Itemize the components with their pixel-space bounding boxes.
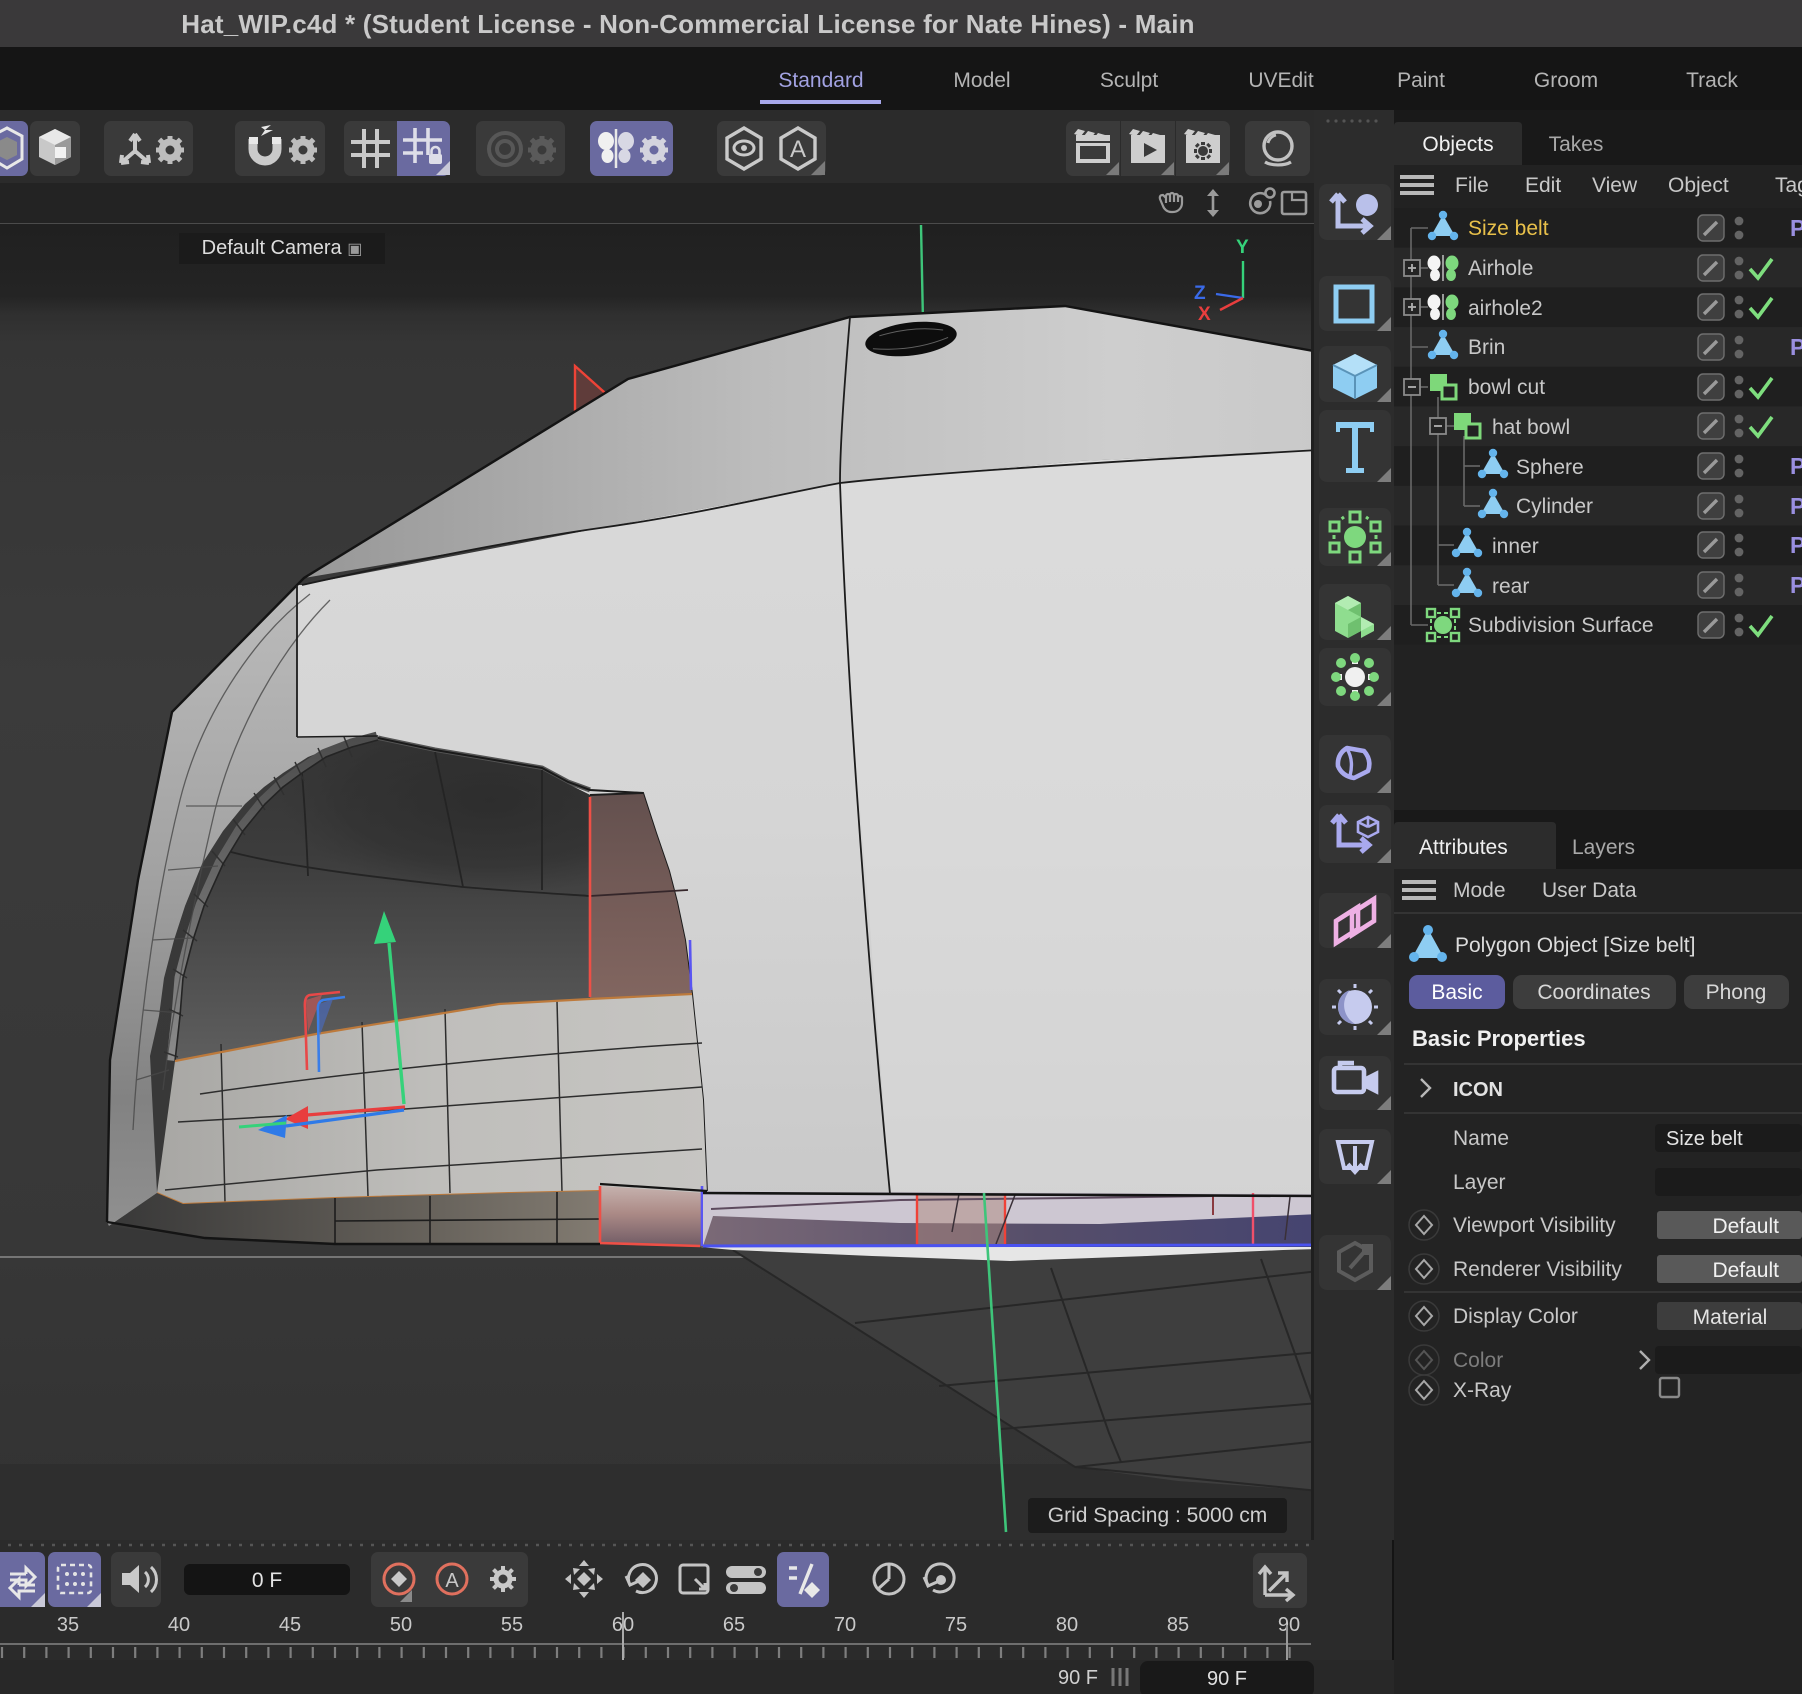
svg-text:airhole2: airhole2 <box>1468 297 1543 320</box>
svg-text:Layers: Layers <box>1572 836 1635 859</box>
svg-text:Color: Color <box>1453 1349 1503 1372</box>
svg-text:Basic Properties: Basic Properties <box>1412 1026 1586 1051</box>
svg-text:40: 40 <box>168 1614 190 1636</box>
svg-text:Coordinates: Coordinates <box>1537 981 1650 1004</box>
svg-text:Name: Name <box>1453 1127 1509 1150</box>
svg-text:55: 55 <box>501 1614 523 1636</box>
svg-text:Object: Object <box>1668 174 1729 197</box>
svg-text:75: 75 <box>945 1614 967 1636</box>
svg-text:Sphere: Sphere <box>1516 456 1584 479</box>
svg-text:bowl cut: bowl cut <box>1468 376 1545 399</box>
svg-text:A: A <box>445 1570 459 1592</box>
svg-text:rear: rear <box>1492 575 1529 598</box>
svg-text:Layer: Layer <box>1453 1171 1506 1194</box>
svg-text:Attributes: Attributes <box>1419 836 1508 859</box>
svg-text:X-Ray: X-Ray <box>1453 1379 1512 1402</box>
svg-text:Display Color: Display Color <box>1453 1305 1578 1328</box>
svg-text:inner: inner <box>1492 535 1539 558</box>
svg-text:Renderer Visibility: Renderer Visibility <box>1453 1258 1622 1281</box>
svg-text:X: X <box>1198 304 1211 325</box>
svg-text:P: P <box>1790 334 1802 360</box>
svg-text:P: P <box>1790 493 1802 519</box>
svg-text:0 F: 0 F <box>252 1569 282 1592</box>
svg-text:View: View <box>1592 174 1638 197</box>
svg-text:35: 35 <box>57 1614 79 1636</box>
svg-text:File: File <box>1455 174 1489 197</box>
svg-text:85: 85 <box>1167 1614 1189 1636</box>
svg-text:45: 45 <box>279 1614 301 1636</box>
svg-text:50: 50 <box>390 1614 412 1636</box>
svg-text:P: P <box>1790 215 1802 241</box>
svg-text:Material: Material <box>1693 1306 1768 1329</box>
svg-text:Z: Z <box>1194 283 1206 304</box>
svg-text:Y: Y <box>1236 237 1249 258</box>
svg-text:Default: Default <box>1712 1259 1779 1282</box>
svg-text:P: P <box>1790 453 1802 479</box>
svg-text:Default: Default <box>1712 1215 1779 1238</box>
svg-text:Size belt: Size belt <box>1468 217 1549 240</box>
svg-text:80: 80 <box>1056 1614 1078 1636</box>
svg-text:User Data: User Data <box>1542 879 1637 902</box>
svg-text:Polygon Object [Size belt]: Polygon Object [Size belt] <box>1455 934 1695 957</box>
svg-text:65: 65 <box>723 1614 745 1636</box>
svg-text:Size belt: Size belt <box>1666 1128 1743 1150</box>
svg-text:70: 70 <box>834 1614 856 1636</box>
svg-text:Airhole: Airhole <box>1468 257 1533 280</box>
svg-text:hat bowl: hat bowl <box>1492 416 1570 439</box>
svg-text:A: A <box>790 136 806 163</box>
svg-text:Objects: Objects <box>1422 133 1493 156</box>
svg-text:Mode: Mode <box>1453 879 1506 902</box>
svg-text:P: P <box>1790 532 1802 558</box>
svg-text:ICON: ICON <box>1453 1079 1503 1101</box>
svg-text:Phong: Phong <box>1706 981 1767 1004</box>
svg-text:Cylinder: Cylinder <box>1516 495 1593 518</box>
svg-text:Takes: Takes <box>1549 133 1604 156</box>
svg-text:Tag: Tag <box>1775 174 1802 197</box>
svg-text:Basic: Basic <box>1431 981 1482 1004</box>
svg-text:Subdivision Surface: Subdivision Surface <box>1468 614 1654 637</box>
svg-text:90 F: 90 F <box>1207 1668 1247 1690</box>
svg-text:P: P <box>1790 572 1802 598</box>
svg-text:Viewport Visibility: Viewport Visibility <box>1453 1214 1616 1237</box>
svg-text:90: 90 <box>1278 1614 1300 1636</box>
svg-text:Edit: Edit <box>1525 174 1561 197</box>
svg-text:90 F: 90 F <box>1058 1667 1098 1689</box>
svg-text:Brin: Brin <box>1468 336 1505 359</box>
